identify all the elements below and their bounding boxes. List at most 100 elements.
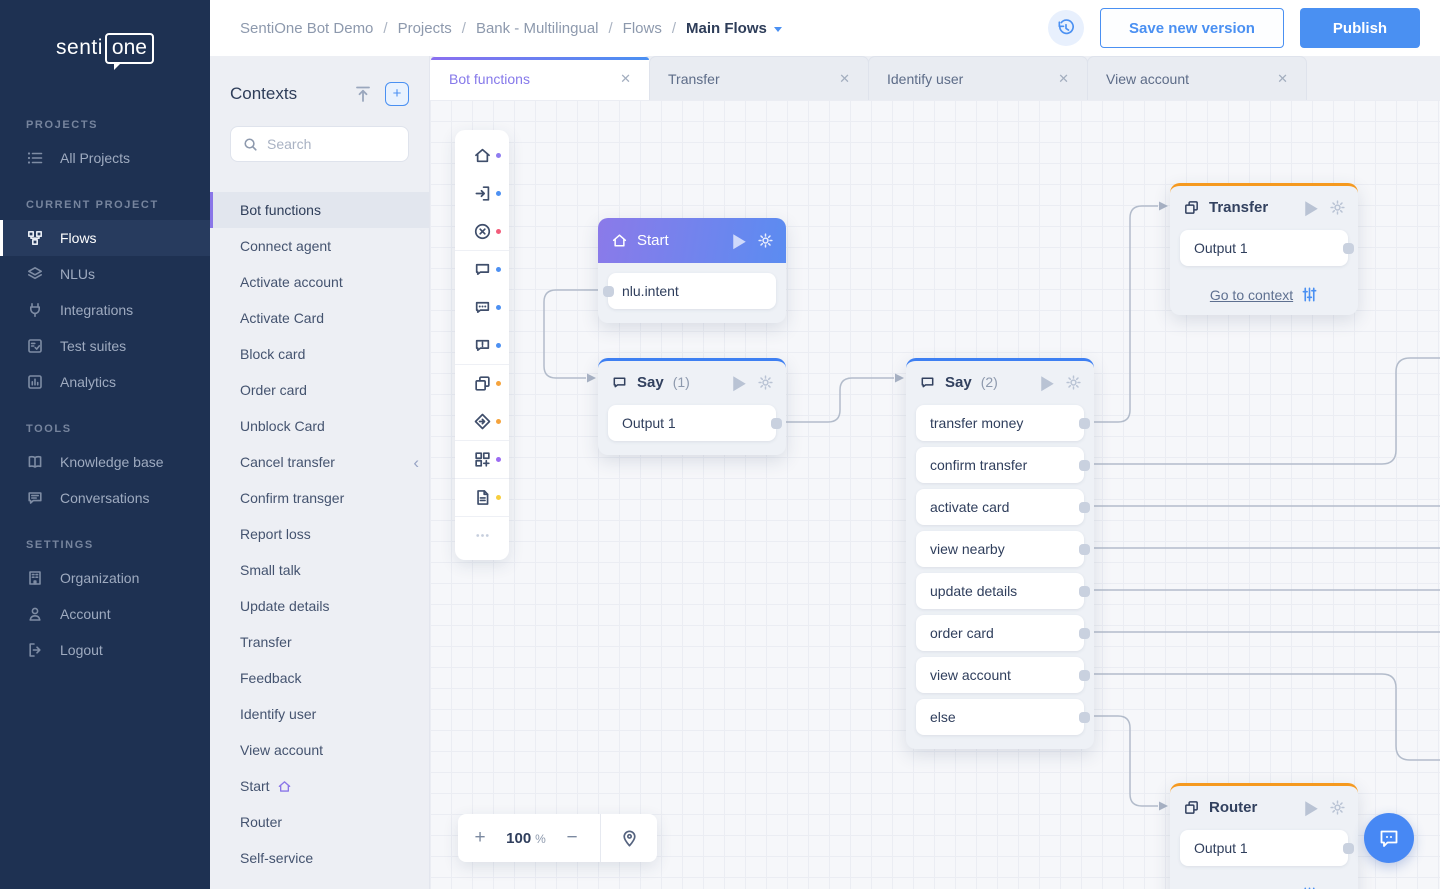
palette-item-say-dots[interactable] xyxy=(455,288,509,326)
export-contexts-button[interactable] xyxy=(353,84,373,104)
context-item-router[interactable]: Router xyxy=(210,804,429,840)
output-pill-output-1[interactable]: Output 1 xyxy=(1180,230,1348,266)
sidebar-item-test-suites[interactable]: Test suites xyxy=(0,328,210,364)
output-pill-activate-card[interactable]: activate card xyxy=(916,489,1084,525)
support-chat-button[interactable] xyxy=(1364,813,1414,863)
node-say-1[interactable]: Say (1) Output 1 xyxy=(598,358,786,455)
sidebar-item-knowledge-base[interactable]: Knowledge base xyxy=(0,444,210,480)
output-pill-confirm-transfer[interactable]: confirm transfer xyxy=(916,447,1084,483)
output-pill-order-card[interactable]: order card xyxy=(916,615,1084,651)
collapse-panel-chevron[interactable]: ‹ xyxy=(413,454,419,471)
node-say-2-header[interactable]: Say (2) xyxy=(906,361,1094,403)
node-settings-button[interactable] xyxy=(1330,800,1345,815)
output-pill-view-account[interactable]: view account xyxy=(916,657,1084,693)
play-node-button[interactable] xyxy=(1304,800,1319,815)
breadcrumb-item[interactable]: Projects xyxy=(398,20,452,37)
context-item-update-details[interactable]: Update details xyxy=(210,588,429,624)
node-router-header[interactable]: Router xyxy=(1170,786,1358,828)
sidebar-item-analytics[interactable]: Analytics xyxy=(0,364,210,400)
play-node-button[interactable] xyxy=(1304,200,1319,215)
palette-item-home[interactable] xyxy=(455,136,509,174)
context-item-activate-account[interactable]: Activate account xyxy=(210,264,429,300)
connection-port[interactable] xyxy=(1079,712,1090,723)
flow-connection[interactable] xyxy=(1089,674,1440,760)
node-start[interactable]: Start nlu.intent xyxy=(598,218,786,323)
context-item-unblock-card[interactable]: Unblock Card xyxy=(210,408,429,444)
add-context-button[interactable]: + xyxy=(385,82,409,106)
connection-port[interactable] xyxy=(1079,460,1090,471)
flow-connection[interactable] xyxy=(1089,358,1440,464)
close-tab-icon[interactable]: ✕ xyxy=(1058,71,1069,87)
connection-port[interactable] xyxy=(603,286,614,297)
node-start-header[interactable]: Start xyxy=(598,218,786,263)
close-tab-icon[interactable]: ✕ xyxy=(839,71,850,87)
connection-port[interactable] xyxy=(1079,544,1090,555)
output-pill-output-1[interactable]: Output 1 xyxy=(608,405,776,441)
tab-view-account[interactable]: View account✕ xyxy=(1087,56,1307,100)
context-item-small-talk[interactable]: Small talk xyxy=(210,552,429,588)
tab-bot-functions[interactable]: Bot functions✕ xyxy=(430,56,650,100)
center-canvas-button[interactable] xyxy=(601,814,657,862)
sidebar-item-all-projects[interactable]: All Projects xyxy=(0,140,210,176)
connection-port[interactable] xyxy=(1343,843,1354,854)
palette-item-more[interactable] xyxy=(455,516,509,554)
context-item-transfer[interactable]: Transfer xyxy=(210,624,429,660)
flow-connection[interactable] xyxy=(1089,716,1158,806)
output-pill-update-details[interactable]: update details xyxy=(916,573,1084,609)
palette-item-context[interactable] xyxy=(455,364,509,402)
flow-connection[interactable] xyxy=(1089,206,1158,422)
zoom-in-button[interactable]: + xyxy=(458,814,502,862)
context-item-block-card[interactable]: Block card xyxy=(210,336,429,372)
palette-item-say-alert[interactable] xyxy=(455,326,509,364)
sidebar-item-conversations[interactable]: Conversations xyxy=(0,480,210,516)
sidebar-item-organization[interactable]: Organization xyxy=(0,560,210,596)
play-node-button[interactable] xyxy=(1040,375,1055,390)
connection-port[interactable] xyxy=(1079,628,1090,639)
connection-port[interactable] xyxy=(771,418,782,429)
node-transfer[interactable]: Transfer Output 1 Go to context xyxy=(1170,183,1358,315)
node-settings-button[interactable] xyxy=(758,233,773,248)
context-item-bot-functions[interactable]: Bot functions xyxy=(210,192,429,228)
output-pill-output-1[interactable]: Output 1 xyxy=(1180,830,1348,866)
context-search-input[interactable] xyxy=(267,136,396,152)
publish-button[interactable]: Publish xyxy=(1300,8,1420,48)
save-new-version-button[interactable]: Save new version xyxy=(1100,8,1284,48)
connection-port[interactable] xyxy=(1079,586,1090,597)
breadcrumb-item[interactable]: Bank - Multilingual xyxy=(476,20,599,37)
context-item-view-account[interactable]: View account xyxy=(210,732,429,768)
sliders-icon[interactable] xyxy=(1301,286,1318,303)
sidebar-item-logout[interactable]: Logout xyxy=(0,632,210,668)
context-item-cancel-transfer[interactable]: Cancel transfer‹ xyxy=(210,444,429,480)
node-router[interactable]: Router Output 1 Go to context xyxy=(1170,783,1358,889)
context-item-feedback[interactable]: Feedback xyxy=(210,660,429,696)
context-item-activate-card[interactable]: Activate Card xyxy=(210,300,429,336)
flow-connection[interactable] xyxy=(781,378,894,422)
connection-port[interactable] xyxy=(1343,243,1354,254)
output-pill-else[interactable]: else xyxy=(916,699,1084,735)
play-node-button[interactable] xyxy=(732,233,747,248)
palette-item-enter[interactable] xyxy=(455,174,509,212)
node-say-2[interactable]: Say (2) transfer moneyconfirm transferac… xyxy=(906,358,1094,749)
palette-item-decision[interactable] xyxy=(455,402,509,440)
close-tab-icon[interactable]: ✕ xyxy=(620,71,631,87)
output-pill-view-nearby[interactable]: view nearby xyxy=(916,531,1084,567)
close-tab-icon[interactable]: ✕ xyxy=(1277,71,1288,87)
palette-item-say[interactable] xyxy=(455,250,509,288)
connection-port[interactable] xyxy=(1079,418,1090,429)
sidebar-item-flows[interactable]: Flows xyxy=(0,220,210,256)
sidebar-item-integrations[interactable]: Integrations xyxy=(0,292,210,328)
node-transfer-header[interactable]: Transfer xyxy=(1170,186,1358,228)
node-settings-button[interactable] xyxy=(1330,200,1345,215)
context-item-identify-user[interactable]: Identify user xyxy=(210,696,429,732)
breadcrumb-item[interactable]: SentiOne Bot Demo xyxy=(240,20,373,37)
version-history-button[interactable] xyxy=(1048,10,1084,46)
node-say-1-header[interactable]: Say (1) xyxy=(598,361,786,403)
breadcrumb-item[interactable]: Flows xyxy=(623,20,662,37)
breadcrumb-item[interactable]: Main Flows xyxy=(686,20,782,37)
context-item-start[interactable]: Start xyxy=(210,768,429,804)
flow-connection[interactable] xyxy=(544,290,604,378)
start-input-pill[interactable]: nlu.intent xyxy=(608,273,776,309)
context-item-order-card[interactable]: Order card xyxy=(210,372,429,408)
zoom-out-button[interactable]: − xyxy=(550,814,594,862)
tab-transfer[interactable]: Transfer✕ xyxy=(649,56,869,100)
